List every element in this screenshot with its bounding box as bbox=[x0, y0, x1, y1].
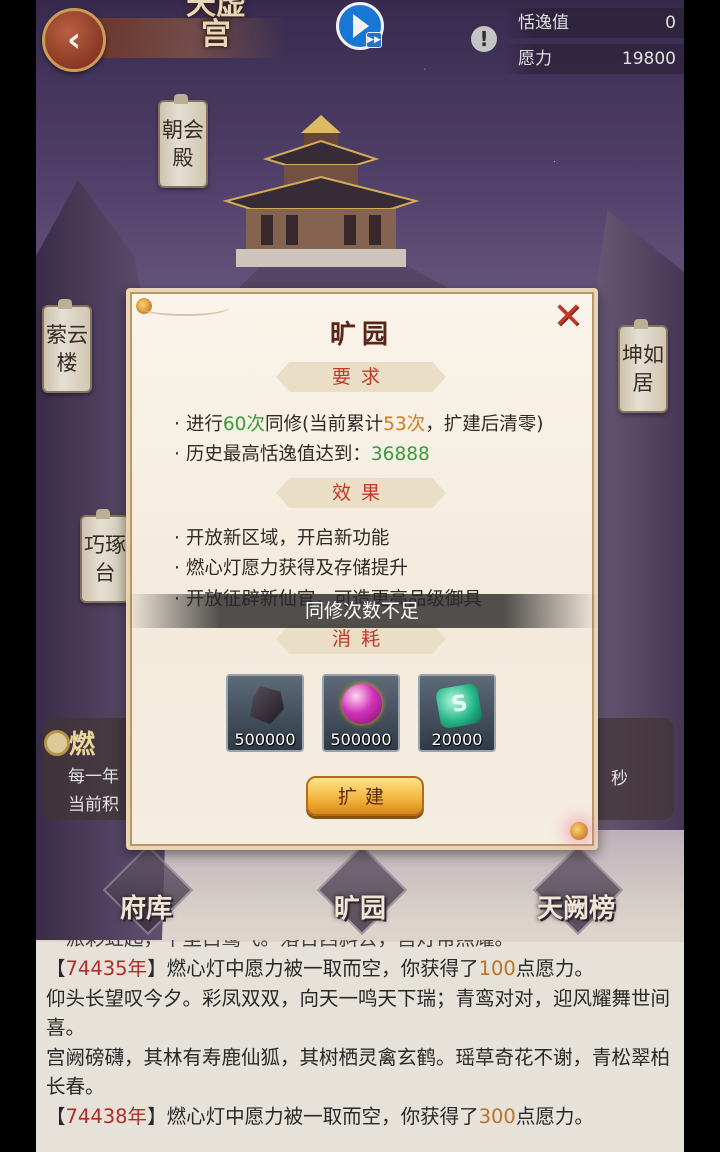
cost-items: 500000 500000 20000 bbox=[226, 674, 506, 754]
expansion-dialog: 旷园 ✕ 要求 · 进行60次同修(当前累计53次，扩建后清零) · 历史最高恬逸值… bbox=[126, 288, 598, 850]
requirements-header: 要求 bbox=[276, 362, 446, 392]
effect-line: · 燃心灯愿力获得及存储提升 bbox=[174, 558, 408, 579]
effect-line: · 开放新区域，开启新功能 bbox=[174, 528, 390, 549]
left-letterbox bbox=[0, 0, 36, 1152]
magenta-orb-icon bbox=[342, 684, 382, 724]
game-screen: 天虚宫 ‹ ▶▶ ! 恬逸值 0 愿力 19800 朝会殿 萦云楼 巧琢台 坤如… bbox=[0, 0, 720, 1152]
effects-header: 效果 bbox=[276, 478, 446, 508]
expand-button[interactable]: 扩建 bbox=[306, 776, 424, 816]
jade-stone-icon bbox=[434, 682, 484, 730]
cost-item[interactable]: 500000 bbox=[226, 674, 304, 752]
item-amount: 500000 bbox=[330, 730, 392, 749]
close-icon[interactable]: ✕ bbox=[552, 299, 584, 335]
cost-item[interactable]: 20000 bbox=[418, 674, 496, 752]
requirement-line: · 历史最高恬逸值达到：36888 bbox=[174, 444, 430, 465]
requirement-line: · 进行60次同修(当前累计53次，扩建后清零) bbox=[174, 414, 544, 435]
item-amount: 500000 bbox=[234, 730, 296, 749]
dark-ore-icon bbox=[250, 686, 284, 724]
item-amount: 20000 bbox=[431, 730, 483, 749]
cost-item[interactable]: 500000 bbox=[322, 674, 400, 752]
game-viewport: 天虚宫 ‹ ▶▶ ! 恬逸值 0 愿力 19800 朝会殿 萦云楼 巧琢台 坤如… bbox=[36, 0, 684, 1152]
dialog-title: 旷园 bbox=[329, 320, 394, 350]
right-letterbox bbox=[684, 0, 720, 1152]
toast-message: 同修次数不足 bbox=[126, 594, 598, 628]
cost-header: 消耗 bbox=[276, 624, 446, 654]
gold-orb-icon bbox=[570, 822, 588, 840]
